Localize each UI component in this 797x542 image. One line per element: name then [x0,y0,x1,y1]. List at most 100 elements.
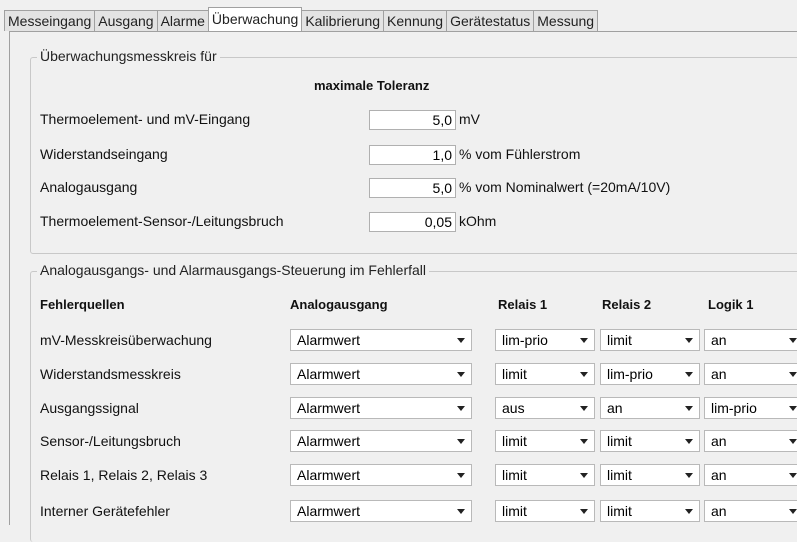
relais2-dropdown-value: lim-prio [607,366,653,382]
analog-dropdown-value: Alarmwert [297,503,361,519]
logik1-dropdown[interactable]: an [704,329,797,351]
tab-geraetestatus[interactable]: Gerätestatus [446,10,535,31]
monitor-label-resistance: Widerstandseingang [40,146,168,162]
tolerance-field-thermo-mv[interactable]: 5,0 [369,110,456,130]
relais2-dropdown[interactable]: an [600,397,700,419]
analog-dropdown[interactable]: Alarmwert [290,363,472,385]
tab-alarme[interactable]: Alarme [156,10,209,31]
logik1-dropdown[interactable]: an [704,430,797,452]
chevron-down-icon[interactable] [789,406,797,411]
relais1-dropdown[interactable]: lim-prio [495,329,595,351]
error-control-legend: Analogausgangs- und Alarmausgangs-Steuer… [37,262,430,278]
chevron-down-icon[interactable] [789,473,797,478]
monitor-unit-resistance: % vom Fühlerstrom [459,146,581,162]
analog-dropdown[interactable]: Alarmwert [290,329,472,351]
tab-messung[interactable]: Messung [533,10,599,31]
analog-dropdown[interactable]: Alarmwert [290,430,472,452]
relais2-dropdown[interactable]: limit [600,500,700,522]
chevron-down-icon[interactable] [457,406,465,411]
relais1-dropdown-value: limit [502,433,527,449]
relais1-dropdown-value: limit [502,467,527,483]
analog-dropdown-value: Alarmwert [297,366,361,382]
logik1-dropdown[interactable]: an [704,363,797,385]
chevron-down-icon[interactable] [685,406,693,411]
analog-dropdown-value: Alarmwert [297,467,361,483]
relais2-dropdown-value: limit [607,467,632,483]
relais2-dropdown-value: limit [607,332,632,348]
chevron-down-icon[interactable] [580,338,588,343]
header-logik-1: Logik 1 [708,297,754,312]
error-source-label: Ausgangssignal [40,400,139,416]
chevron-down-icon[interactable] [789,338,797,343]
relais2-dropdown[interactable]: limit [600,430,700,452]
chevron-down-icon[interactable] [580,473,588,478]
relais2-dropdown[interactable]: limit [600,464,700,486]
monitor-label-sensor-break: Thermoelement-Sensor-/Leitungsbruch [40,213,284,229]
tolerance-field-analog[interactable]: 5,0 [369,178,456,198]
logik1-dropdown-value: lim-prio [711,400,757,416]
chevron-down-icon[interactable] [580,509,588,514]
error-source-label: Relais 1, Relais 2, Relais 3 [40,467,208,483]
tolerance-field-resistance[interactable]: 1,0 [369,145,456,165]
chevron-down-icon[interactable] [789,439,797,444]
chevron-down-icon[interactable] [789,372,797,377]
relais1-dropdown[interactable]: limit [495,363,595,385]
monitor-unit-analog: % vom Nominalwert (=20mA/10V) [459,179,671,195]
chevron-down-icon[interactable] [789,509,797,514]
header-analogausgang: Analogausgang [290,297,388,312]
monitor-unit-sensor-break: kOhm [459,213,497,229]
analog-dropdown[interactable]: Alarmwert [290,397,472,419]
header-relais-2: Relais 2 [602,297,652,312]
analog-dropdown-value: Alarmwert [297,332,361,348]
chevron-down-icon[interactable] [685,338,693,343]
monitor-label-analog: Analogausgang [40,179,138,195]
logik1-dropdown-value: an [711,366,727,382]
relais1-dropdown-value: limit [502,503,527,519]
error-source-label: Interner Gerätefehler [40,503,170,519]
monitor-label-thermo-mv: Thermoelement- und mV-Eingang [40,111,251,127]
error-source-label: Widerstandsmesskreis [40,366,181,382]
tab-kennung[interactable]: Kennung [383,10,448,31]
relais1-dropdown[interactable]: aus [495,397,595,419]
relais1-dropdown-value: lim-prio [502,332,548,348]
monitoring-legend: Überwachungsmesskreis für [37,48,220,64]
tolerance-field-sensor-break[interactable]: 0,05 [369,212,456,232]
chevron-down-icon[interactable] [685,372,693,377]
chevron-down-icon[interactable] [457,439,465,444]
logik1-dropdown-value: an [711,467,727,483]
chevron-down-icon[interactable] [457,338,465,343]
chevron-down-icon[interactable] [685,439,693,444]
chevron-down-icon[interactable] [457,473,465,478]
chevron-down-icon[interactable] [685,509,693,514]
chevron-down-icon[interactable] [580,439,588,444]
relais1-dropdown-value: limit [502,366,527,382]
relais2-dropdown-value: limit [607,433,632,449]
logik1-dropdown[interactable]: lim-prio [704,397,797,419]
chevron-down-icon[interactable] [580,372,588,377]
relais1-dropdown[interactable]: limit [495,500,595,522]
monitor-unit-thermo-mv: mV [459,111,480,127]
relais2-dropdown-value: limit [607,503,632,519]
logik1-dropdown[interactable]: an [704,464,797,486]
relais1-dropdown-value: aus [502,400,525,416]
tab-ueberwachung[interactable]: Überwachung [207,7,303,31]
tab-messeingang[interactable]: Messeingang [4,10,96,31]
analog-dropdown[interactable]: Alarmwert [290,500,472,522]
analog-dropdown[interactable]: Alarmwert [290,464,472,486]
logik1-dropdown[interactable]: an [704,500,797,522]
chevron-down-icon[interactable] [580,406,588,411]
header-fehlerquellen: Fehlerquellen [40,297,125,312]
relais2-dropdown[interactable]: lim-prio [600,363,700,385]
relais1-dropdown[interactable]: limit [495,430,595,452]
tab-bar: Messeingang Ausgang Alarme Überwachung K… [4,7,797,31]
relais2-dropdown[interactable]: limit [600,329,700,351]
tab-panel: Überwachungsmesskreis für maximale Toler… [9,31,797,542]
tab-ausgang[interactable]: Ausgang [94,10,158,31]
tab-kalibrierung[interactable]: Kalibrierung [301,10,385,31]
logik1-dropdown-value: an [711,503,727,519]
chevron-down-icon[interactable] [457,372,465,377]
relais1-dropdown[interactable]: limit [495,464,595,486]
analog-dropdown-value: Alarmwert [297,433,361,449]
chevron-down-icon[interactable] [685,473,693,478]
chevron-down-icon[interactable] [457,509,465,514]
